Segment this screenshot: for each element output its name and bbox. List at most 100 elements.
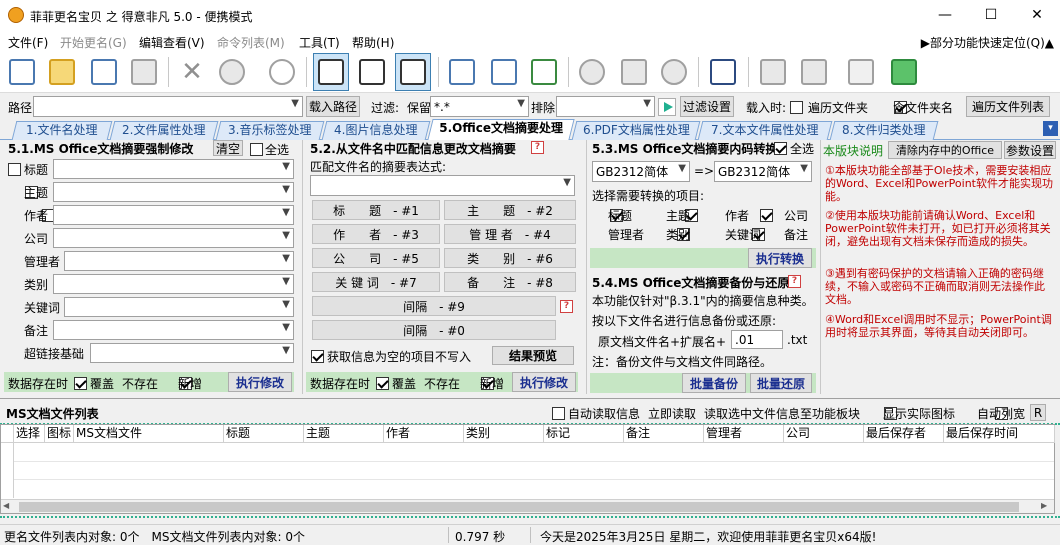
move-right-button[interactable] — [313, 53, 349, 91]
keywords-field[interactable]: ▼ — [64, 297, 294, 317]
token-author-button[interactable]: 作 者 - #3 — [312, 224, 440, 244]
batch-backup-button[interactable]: 批量备份 — [682, 373, 746, 393]
load-path-button[interactable]: 载入路径 — [306, 96, 360, 117]
column-header[interactable]: 管理者 — [704, 425, 784, 443]
delete-button[interactable]: ✕ — [174, 53, 210, 91]
menu-tools[interactable]: 工具(T) — [299, 34, 340, 51]
to-encoding-combo[interactable]: GB2312简体 ▼ — [714, 161, 812, 182]
execute-modify-button[interactable]: 执行修改 — [512, 372, 576, 392]
help-icon[interactable]: ? — [788, 275, 801, 288]
menu-command-list[interactable]: 命令列表(M) — [217, 34, 285, 51]
column-header[interactable]: MS文档文件 — [74, 425, 224, 443]
open-folder-button[interactable] — [44, 53, 80, 91]
ext-input[interactable]: .01 — [731, 330, 783, 349]
read-selected-link[interactable]: 读取选中文件信息至功能板块 — [704, 405, 860, 422]
token-manager-button[interactable]: 管 理 者 - #4 — [444, 224, 576, 244]
column-header[interactable]: 标题 — [224, 425, 304, 443]
import-button[interactable] — [86, 53, 122, 91]
column-header[interactable]: 类别 — [464, 425, 544, 443]
column-header[interactable]: 备注 — [624, 425, 704, 443]
path-combo[interactable]: ▼ — [33, 96, 303, 117]
comments-field[interactable]: ▼ — [53, 320, 294, 340]
menu-edit-view[interactable]: 编辑查看(V) — [139, 34, 205, 51]
move-down-button[interactable] — [395, 53, 431, 91]
token-sep9-button[interactable]: 间隔 - #9 — [312, 296, 556, 316]
tab-file-attributes[interactable]: 2.文件属性处理 — [109, 121, 219, 140]
hyperlink-base-field[interactable]: ▼ — [90, 343, 294, 363]
author-field[interactable]: ▼ — [53, 205, 294, 225]
checklist-button[interactable] — [526, 53, 562, 91]
horizontal-scrollbar[interactable]: ◀ ▶ — [1, 499, 1054, 513]
bookmark-pin-button[interactable] — [843, 53, 879, 91]
preview-button[interactable]: 结果预览 — [492, 346, 574, 365]
token-category-button[interactable]: 类 别 - #6 — [444, 248, 576, 268]
column-header[interactable]: 标记 — [544, 425, 624, 443]
column-header[interactable]: 最后保存时间 — [944, 425, 1055, 443]
menu-start-rename[interactable]: 开始更名(G) — [60, 34, 127, 51]
token-sep0-button[interactable]: 间隔 - #0 — [312, 320, 556, 340]
menu-file[interactable]: 文件(F) — [8, 34, 48, 51]
select-all-checkbox[interactable] — [774, 142, 787, 155]
batch-restore-button[interactable]: 批量还原 — [750, 373, 812, 393]
search-button[interactable] — [574, 53, 610, 91]
sliders-button[interactable] — [705, 53, 741, 91]
scroll-left-icon[interactable]: ◀ — [3, 501, 9, 510]
r-button[interactable]: R — [1030, 404, 1046, 421]
scrollbar-thumb[interactable] — [19, 502, 1019, 512]
help-icon[interactable]: ? — [531, 141, 544, 154]
filter-settings-button[interactable]: 过滤设置 — [680, 96, 734, 117]
tab-pdf-attributes[interactable]: 6.PDF文档属性处理 — [571, 121, 701, 140]
params-button[interactable]: 参数设置 — [1004, 141, 1056, 159]
exclude-combo[interactable]: ▼ — [556, 96, 655, 117]
check-button[interactable] — [656, 53, 692, 91]
clear-office-button[interactable]: 清除内存中的Office — [888, 141, 1002, 159]
token-keywords-button[interactable]: 关 键 词 - #7 — [312, 272, 440, 292]
refresh-button[interactable] — [264, 53, 300, 91]
token-title-button[interactable]: 标 题 - #1 — [312, 200, 440, 220]
tab-filename[interactable]: 1.文件名处理 — [11, 121, 113, 140]
overwrite-checkbox[interactable] — [376, 377, 389, 390]
title-field[interactable]: ▼ — [53, 159, 294, 179]
token-comments-button[interactable]: 备 注 - #8 — [444, 272, 576, 292]
keep-combo[interactable]: *.* ▼ — [430, 96, 529, 117]
close-button[interactable]: ✕ — [1014, 0, 1060, 31]
traverse-list-button[interactable]: 遍历文件列表 — [966, 96, 1050, 117]
token-company-button[interactable]: 公 司 - #5 — [312, 248, 440, 268]
clear-button[interactable]: 清空 — [213, 140, 243, 156]
traverse-dir-checkbox[interactable] — [790, 101, 803, 114]
auto-read-checkbox[interactable] — [552, 407, 565, 420]
cancel-button[interactable] — [214, 53, 250, 91]
column-header[interactable]: 公司 — [784, 425, 864, 443]
copy-button[interactable] — [126, 53, 162, 91]
apply-filter-button[interactable] — [658, 98, 676, 116]
column-header[interactable]: 主题 — [304, 425, 384, 443]
column-left-button[interactable] — [444, 53, 480, 91]
scroll-right-icon[interactable]: ▶ — [1041, 501, 1047, 510]
tab-file-classify[interactable]: 8.文件归类处理 — [829, 121, 939, 140]
category-field[interactable]: ▼ — [53, 274, 294, 294]
column-header[interactable]: 图标 — [45, 425, 74, 443]
bookmark-button[interactable] — [796, 53, 832, 91]
new-file-button[interactable] — [4, 53, 40, 91]
maximize-button[interactable]: ☐ — [968, 0, 1014, 31]
execute-modify-button[interactable]: 执行修改 — [228, 372, 292, 392]
trash-button[interactable] — [616, 53, 652, 91]
ms-doc-file-table[interactable]: 选择 图标 MS文档文件 标题 主题 作者 类别 标记 备注 管理者 公司 最后… — [0, 424, 1055, 514]
quick-locate-menu[interactable]: ▶部分功能快速定位(Q)▲ — [921, 34, 1054, 51]
column-grid-button[interactable] — [486, 53, 522, 91]
convert-item-checkbox[interactable] — [760, 209, 774, 222]
company-field[interactable]: ▼ — [53, 228, 294, 248]
help-icon[interactable]: ? — [560, 300, 573, 313]
column-header[interactable]: 选择 — [14, 425, 45, 443]
move-up-button[interactable] — [354, 53, 390, 91]
tab-music-tags[interactable]: 3.音乐标签处理 — [215, 121, 325, 140]
column-header[interactable]: 最后保存者 — [864, 425, 944, 443]
pin-button[interactable] — [886, 53, 922, 91]
select-all-checkbox[interactable] — [250, 143, 263, 156]
tab-image-info[interactable]: 4.图片信息处理 — [321, 121, 431, 140]
from-encoding-combo[interactable]: GB2312简体 ▼ — [592, 161, 690, 182]
flag-button[interactable] — [755, 53, 791, 91]
column-header[interactable]: 作者 — [384, 425, 464, 443]
regex-combo[interactable]: ▼ — [310, 175, 575, 196]
field-checkbox[interactable] — [8, 163, 21, 176]
